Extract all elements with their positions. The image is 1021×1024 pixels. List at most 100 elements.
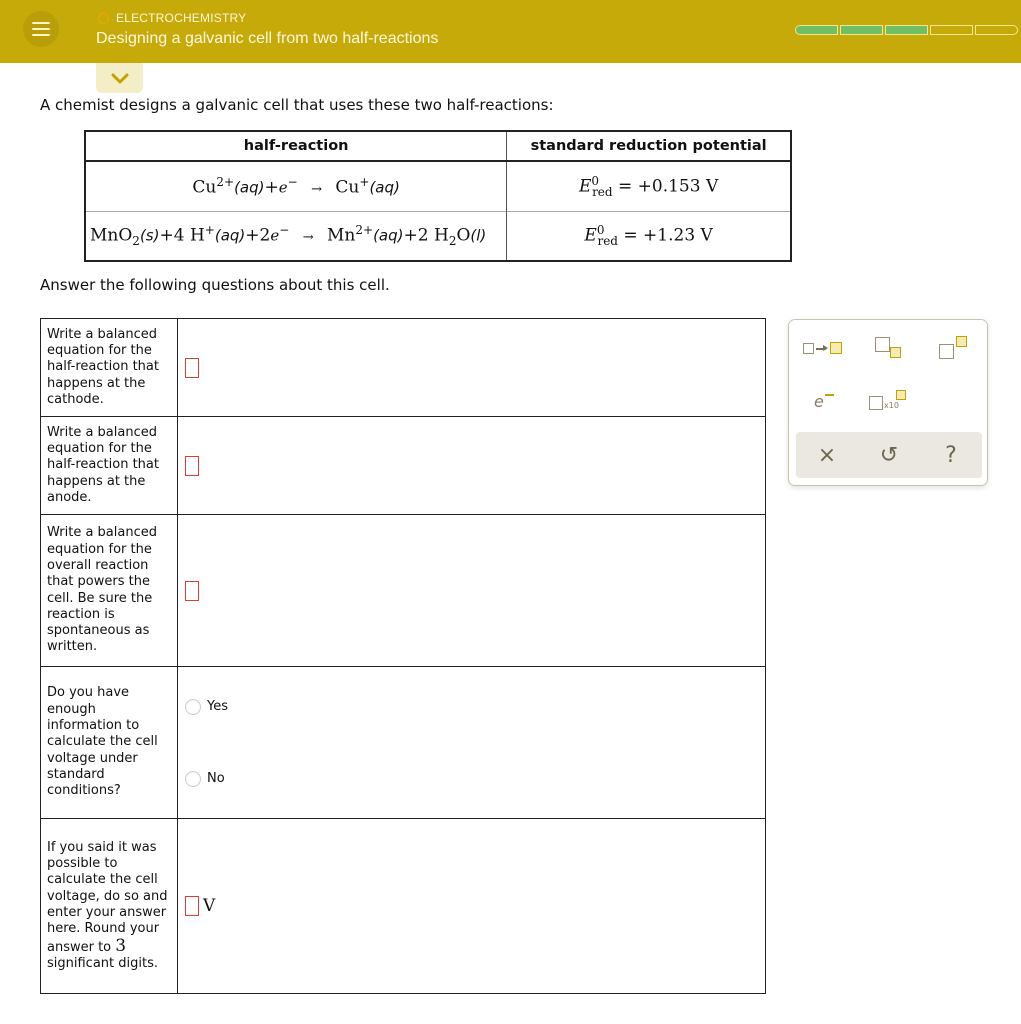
chevron-down-icon: [111, 73, 128, 83]
questions-table: Write a balanced equation for the half-r…: [40, 318, 766, 994]
equation-toolbox: e x10 × ↺ ?: [788, 319, 988, 486]
species: MnO: [90, 225, 133, 246]
top-header: ELECTROCHEMISTRY Designing a galvanic ce…: [0, 0, 1021, 63]
plus: +: [159, 225, 174, 246]
species: Mn: [327, 225, 356, 246]
radio-button-yes[interactable]: [185, 698, 201, 715]
radio-option-yes[interactable]: Yes: [185, 698, 765, 715]
state: (l): [470, 226, 487, 245]
subscript-tool[interactable]: [875, 337, 905, 361]
cell-voltage-input[interactable]: [185, 896, 199, 917]
state: (aq): [373, 226, 404, 245]
help-button[interactable]: ?: [936, 440, 966, 470]
collapse-toggle-button[interactable]: [96, 63, 143, 93]
anode-equation-input[interactable]: [185, 455, 199, 476]
undo-button[interactable]: ↺: [874, 440, 904, 470]
progress-segment-incomplete: [975, 25, 1018, 35]
table-row: MnO2(s)+4 H+(aq)+2e− → Mn2+(aq)+2 H2O(l)…: [85, 210, 791, 261]
instructions-text: Answer the following questions about thi…: [40, 276, 390, 294]
species: Cu: [192, 177, 217, 198]
species: O: [456, 225, 471, 246]
hamburger-line: [32, 28, 50, 30]
plus: +: [245, 225, 260, 246]
question-text-part: If you said it was possible to calculate…: [47, 839, 168, 955]
question-row-enough-info: Do you have enough information to calcul…: [40, 666, 766, 819]
subscript: red: [597, 234, 618, 249]
plus: +: [403, 225, 418, 246]
question-text: Write a balanced equation for the half-r…: [40, 318, 178, 417]
question-text-part: significant digits.: [47, 955, 158, 971]
clear-button[interactable]: ×: [812, 440, 842, 470]
superscript-tool[interactable]: [939, 336, 971, 362]
half-reaction-cu: Cu2+(aq)+e− → Cu+(aq): [85, 160, 508, 211]
potential-mno2: E0red = +1.23 V: [506, 210, 791, 261]
topic-status-icon: [98, 12, 109, 24]
half-reaction-mno2: MnO2(s)+4 H+(aq)+2e− → Mn2+(aq)+2 H2O(l): [85, 210, 508, 261]
scientific-notation-tool[interactable]: x10: [869, 388, 909, 414]
charge: 2+: [216, 174, 235, 189]
unit-label: V: [203, 896, 216, 917]
question-row-cell-voltage: If you said it was possible to calculate…: [40, 818, 766, 994]
help-icon: ?: [945, 442, 957, 468]
table-header-row: half-reaction standard reduction potenti…: [85, 131, 791, 162]
plus: +: [264, 177, 279, 198]
table-row: Cu2+(aq)+e− → Cu+(aq) E0red = +0.153 V: [85, 160, 791, 211]
undo-icon: ↺: [879, 442, 899, 468]
reaction-arrow-tool[interactable]: [803, 340, 845, 356]
charge: −: [287, 174, 298, 189]
toolbox-actions: × ↺ ?: [796, 432, 982, 478]
topic-label: ELECTROCHEMISTRY: [98, 11, 246, 25]
hamburger-line: [32, 34, 50, 36]
subscript: red: [592, 184, 613, 199]
hamburger-menu-icon: [32, 22, 50, 24]
radio-button-no[interactable]: [185, 770, 201, 787]
potential-cu: E0red = +0.153 V: [506, 160, 791, 211]
subscript: 2: [132, 234, 140, 249]
question-row-cathode: Write a balanced equation for the half-r…: [40, 318, 766, 417]
reaction-arrow-icon: →: [311, 181, 322, 197]
x10-label: x10: [884, 401, 899, 410]
state: (aq): [369, 178, 400, 197]
progress-bar: [795, 25, 1018, 35]
electron-tool[interactable]: e: [814, 390, 838, 412]
radio-label-no: No: [207, 771, 225, 786]
progress-segment-complete: [885, 25, 928, 35]
question-text: Do you have enough information to calcul…: [40, 666, 178, 819]
minus-sign: [825, 394, 834, 396]
charge: +: [359, 174, 370, 189]
potential-symbol: E: [584, 225, 597, 246]
progress-segment-incomplete: [930, 25, 973, 35]
reaction-arrow-icon: →: [302, 229, 314, 245]
charge: 2+: [355, 223, 374, 238]
electron: e: [270, 226, 280, 245]
column-header-potential: standard reduction potential: [506, 131, 791, 162]
question-row-overall: Write a balanced equation for the overal…: [40, 514, 766, 667]
electron-icon: e: [814, 392, 824, 411]
answer-cell: [177, 318, 766, 417]
half-reaction-table: half-reaction standard reduction potenti…: [84, 130, 792, 262]
intro-text: A chemist designs a galvanic cell that u…: [40, 96, 554, 114]
overall-equation-input[interactable]: [185, 580, 199, 601]
answer-cell: [177, 416, 766, 515]
radio-option-no[interactable]: No: [185, 770, 765, 787]
state: (aq): [234, 178, 265, 197]
charge: +: [204, 223, 215, 238]
significant-digits-count: 3: [115, 935, 127, 956]
question-text: Write a balanced equation for the half-r…: [40, 416, 178, 515]
coefficient: 2: [259, 225, 271, 246]
cathode-equation-input[interactable]: [185, 357, 199, 378]
column-header-half-reaction: half-reaction: [85, 131, 508, 162]
radio-label-yes: Yes: [207, 699, 228, 714]
species: H: [189, 225, 205, 246]
page-title: Designing a galvanic cell from two half-…: [96, 30, 439, 47]
topic-text: ELECTROCHEMISTRY: [116, 11, 247, 25]
progress-segment-complete: [795, 25, 838, 35]
question-text: If you said it was possible to calculate…: [40, 818, 178, 994]
answer-cell: Yes No: [177, 666, 766, 819]
answer-cell: V: [177, 818, 766, 994]
potential-symbol: E: [579, 176, 592, 197]
question-row-anode: Write a balanced equation for the half-r…: [40, 416, 766, 515]
menu-button[interactable]: [23, 11, 59, 47]
answer-cell: [177, 514, 766, 667]
charge: −: [279, 223, 290, 238]
